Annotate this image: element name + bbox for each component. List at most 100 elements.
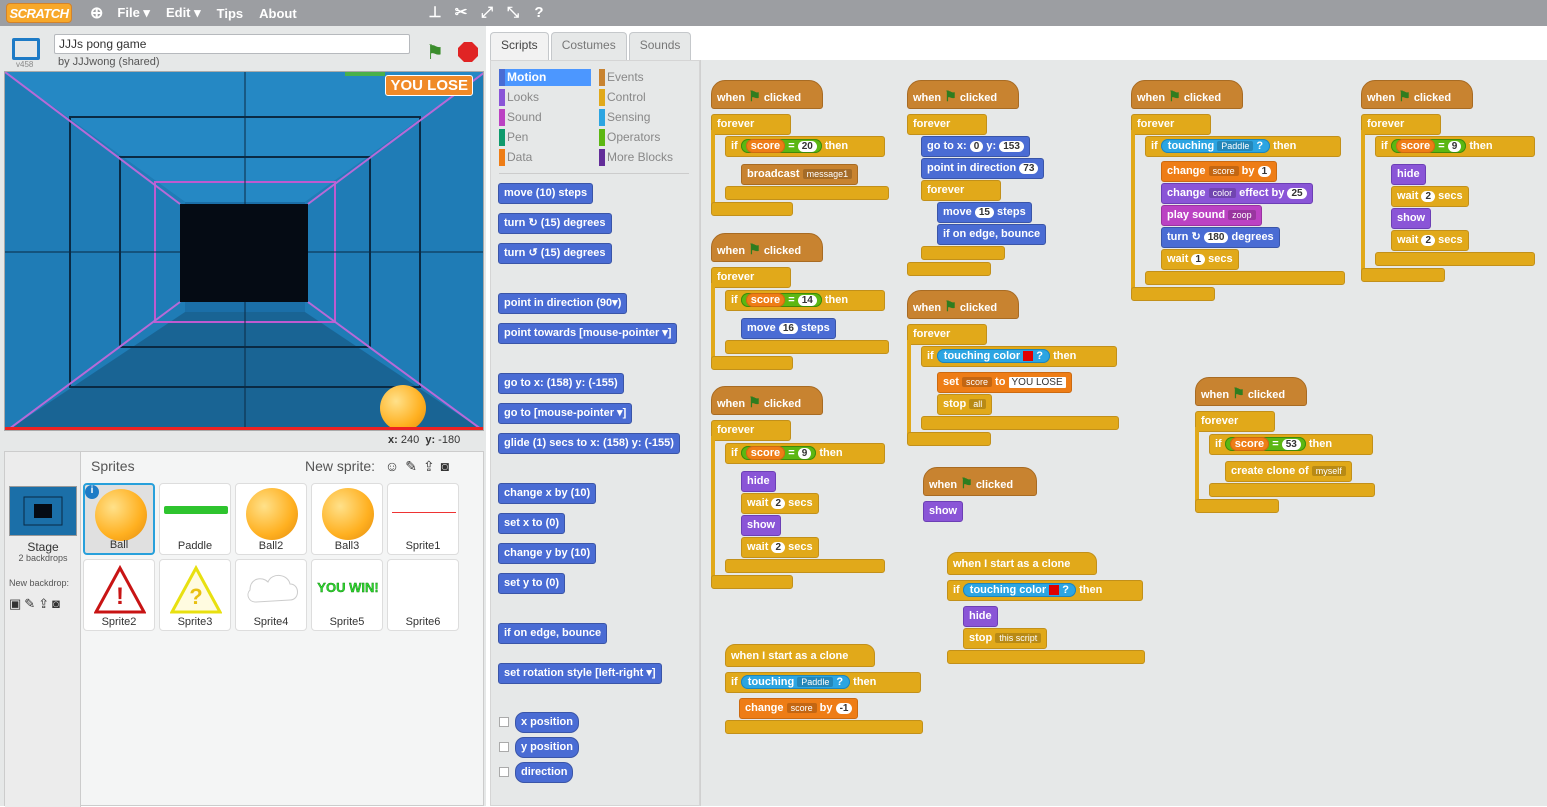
forever-block-top[interactable]: forever [907, 114, 987, 135]
if-block[interactable]: if touching Paddle ? then [725, 672, 921, 693]
sprite-tile-sprite4[interactable]: Sprite4 [235, 559, 307, 631]
palette-set-y-block[interactable]: set y to (0) [498, 573, 566, 594]
sprite-tile-sprite3[interactable]: ? Sprite3 [159, 559, 231, 631]
show-block[interactable]: show [1391, 208, 1432, 229]
upload-icon[interactable]: ⇪ [38, 596, 49, 612]
scratch-logo[interactable]: SCRATCH [6, 3, 72, 23]
when-flag-clicked-hat[interactable]: when ⚑ clicked [711, 233, 823, 262]
tab-costumes[interactable]: Costumes [550, 32, 627, 60]
clone-start-hat[interactable]: when I start as a clone [725, 644, 875, 667]
shrink-icon[interactable]: ⤡ [504, 3, 522, 21]
if-block[interactable]: if score = 14 then [725, 290, 885, 311]
ball-sprite[interactable] [380, 385, 426, 430]
tab-scripts[interactable]: Scripts [490, 32, 549, 60]
play-sound-block[interactable]: play sound zoop [1161, 205, 1262, 226]
sprite-tile-sprite5[interactable]: YOU WIN! Sprite5 [311, 559, 383, 631]
sprite-tile-paddle[interactable]: Paddle [159, 483, 231, 555]
y-position-checkbox[interactable] [499, 742, 509, 752]
hide-block[interactable]: hide [963, 606, 998, 627]
if-block[interactable]: if touching color ? then [921, 346, 1117, 367]
category-sensing[interactable]: Sensing [599, 109, 658, 126]
category-motion[interactable]: Motion [499, 69, 591, 86]
help-icon[interactable]: ? [530, 3, 548, 21]
wait-block[interactable]: wait 1 secs [1161, 249, 1239, 270]
point-direction-block[interactable]: point in direction 73 [921, 158, 1045, 179]
palette-set-x-block[interactable]: set x to (0) [498, 513, 566, 534]
forever-block[interactable]: forever [711, 114, 791, 135]
broadcast-block[interactable]: broadcast message1 [741, 164, 859, 185]
sprite-tile-sprite6[interactable]: Sprite6 [387, 559, 459, 631]
change-score-block[interactable]: change score by 1 [1161, 161, 1278, 182]
palette-point-towards-block[interactable]: point towards [mouse-pointer ▾] [498, 323, 678, 344]
project-title-input[interactable]: JJJs pong game [54, 34, 410, 54]
menu-about[interactable]: About [259, 6, 297, 21]
palette-point-direction-block[interactable]: point in direction (90▾) [498, 293, 628, 314]
show-block[interactable]: show [923, 501, 964, 522]
category-more-blocks[interactable]: More Blocks [599, 149, 681, 166]
when-flag-clicked-hat[interactable]: when ⚑ clicked [1131, 80, 1243, 109]
if-block[interactable]: if touching color ? then [947, 580, 1143, 601]
category-operators[interactable]: Operators [599, 129, 668, 146]
bounce-block[interactable]: if on edge, bounce [937, 224, 1047, 245]
stop-sign-icon[interactable] [458, 42, 478, 62]
stop-all-block[interactable]: stop all [937, 394, 993, 415]
palette-bounce-block[interactable]: if on edge, bounce [498, 623, 608, 644]
duplicate-stamp-icon[interactable]: ⊥ [426, 3, 444, 21]
when-flag-clicked-hat[interactable]: when ⚑ clicked [923, 467, 1037, 496]
tab-sounds[interactable]: Sounds [628, 32, 692, 60]
palette-rotation-style-block[interactable]: set rotation style [left-right ▾] [498, 663, 662, 684]
stage-canvas[interactable]: YOU LOSE [4, 71, 484, 431]
wait-block[interactable]: wait 2 secs [1391, 230, 1469, 251]
palette-x-position-reporter[interactable]: x position [515, 712, 579, 733]
forever-block[interactable]: forever [1361, 114, 1441, 135]
move-steps-block[interactable]: move 16 steps [741, 318, 836, 339]
palette-direction-reporter[interactable]: direction [515, 762, 574, 783]
when-flag-clicked-hat[interactable]: when ⚑ clicked [1195, 377, 1307, 406]
turn-degrees-block[interactable]: turn ↻ 180 degrees [1161, 227, 1280, 248]
menu-edit[interactable]: Edit ▾ [166, 5, 201, 21]
show-block[interactable]: show [741, 515, 782, 536]
hide-block[interactable]: hide [741, 471, 776, 492]
when-flag-clicked-hat[interactable]: when ⚑ clicked [907, 290, 1019, 319]
grow-icon[interactable]: ⤢ [478, 3, 496, 21]
when-flag-clicked-hat[interactable]: when ⚑ clicked [907, 80, 1019, 109]
change-score-block[interactable]: change score by -1 [739, 698, 859, 719]
stage-thumbnail[interactable] [9, 486, 77, 536]
if-block[interactable]: if score = 9 then [725, 443, 885, 464]
clone-start-hat[interactable]: when I start as a clone [947, 552, 1097, 575]
forever-block[interactable]: forever [1195, 411, 1275, 432]
scripts-area[interactable]: when ⚑ clicked forever if score = 20 the… [700, 60, 1547, 806]
forever-block[interactable]: forever [1131, 114, 1211, 135]
fullscreen-icon[interactable] [12, 38, 40, 60]
change-effect-block[interactable]: change color effect by 25 [1161, 183, 1313, 204]
category-pen[interactable]: Pen [499, 129, 536, 146]
palette-move-block[interactable]: move (10) steps [498, 183, 594, 204]
sprite-tile-ball3[interactable]: Ball3 [311, 483, 383, 555]
direction-checkbox[interactable] [499, 767, 509, 777]
info-icon[interactable]: i [85, 485, 99, 499]
forever-block[interactable]: forever [907, 324, 987, 345]
category-data[interactable]: Data [499, 149, 540, 166]
wait-block[interactable]: wait 2 secs [1391, 186, 1469, 207]
forever-block[interactable]: forever [921, 180, 1001, 201]
sprite-tile-ball2[interactable]: Ball2 [235, 483, 307, 555]
stop-script-block[interactable]: stop this script [963, 628, 1048, 649]
paint-brush-icon[interactable]: ✎ [405, 458, 417, 474]
palette-change-x-block[interactable]: change x by (10) [498, 483, 597, 504]
camera-icon[interactable]: ◙ [52, 596, 60, 612]
category-events[interactable]: Events [599, 69, 652, 86]
set-score-block[interactable]: set score to YOU LOSE [937, 372, 1072, 393]
upload-icon[interactable]: ⇪ [423, 458, 435, 474]
forever-block[interactable]: forever [711, 267, 791, 288]
if-block[interactable]: if touching Paddle ? then [1145, 136, 1341, 157]
palette-change-y-block[interactable]: change y by (10) [498, 543, 597, 564]
globe-icon[interactable]: ⊕ [90, 3, 103, 23]
category-sound[interactable]: Sound [499, 109, 550, 126]
move-steps-block[interactable]: move 15 steps [937, 202, 1032, 223]
sprite-tile-sprite1[interactable]: Sprite1 [387, 483, 459, 555]
when-flag-clicked-hat[interactable]: when ⚑ clicked [711, 80, 823, 109]
camera-icon[interactable]: ◙ [441, 458, 449, 474]
create-clone-block[interactable]: create clone of myself [1225, 461, 1352, 482]
green-flag-icon[interactable]: ⚑ [426, 40, 444, 65]
sprite-tile-sprite2[interactable]: ! Sprite2 [83, 559, 155, 631]
